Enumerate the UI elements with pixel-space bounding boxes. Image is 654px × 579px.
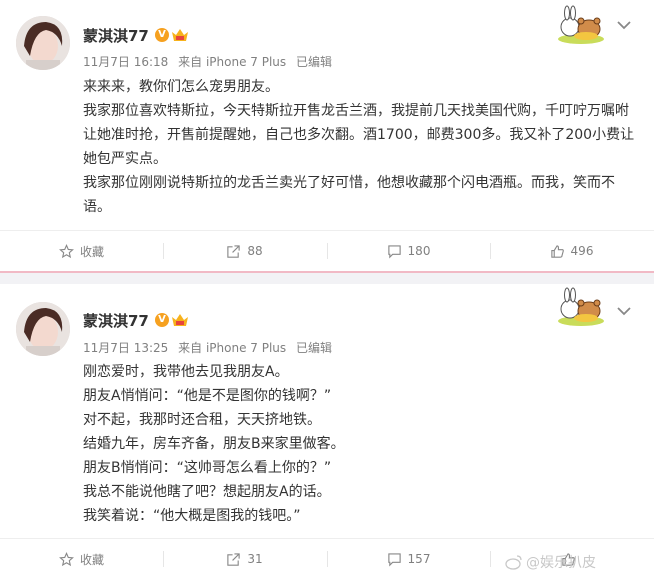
share-icon (227, 552, 241, 566)
vip-crown-icon (172, 314, 188, 326)
post-line: 来来来，教你们怎么宠男朋友。 (83, 79, 279, 95)
bunny-bear-sticker-icon (558, 287, 604, 326)
favorite-button[interactable]: 收藏 (0, 539, 163, 579)
verified-badge-icon: V (155, 28, 169, 42)
avatar[interactable] (16, 302, 70, 356)
comment-count: 157 (407, 552, 431, 566)
post-content: 刚恋爱时，我带他去见我朋友A。 朋友A悄悄问：“他是不是图你的钱啊？” 对不起，… (83, 360, 635, 528)
repost-button[interactable]: 88 (163, 231, 326, 271)
verified-badge-icon: V (155, 313, 169, 327)
watermark: @娱乐扒皮 (505, 552, 596, 572)
username[interactable]: 蒙淇淇77 (83, 25, 149, 46)
post-line: 我家那位刚刚说特斯拉的龙舌兰卖光了好可惜，他想收藏那个闪电酒瓶。而我，笑而不语。 (83, 175, 615, 215)
post-line: 我家那位喜欢特斯拉，今天特斯拉开售龙舌兰酒，我提前几天找美国代购，千叮咛万嘱咐让… (83, 103, 635, 167)
comment-icon (387, 552, 401, 566)
bunny-bear-sticker-icon (558, 5, 604, 44)
action-bar: 收藏 88 180 496 (0, 230, 654, 271)
avatar[interactable] (16, 16, 70, 70)
username[interactable]: 蒙淇淇77 (83, 310, 149, 331)
repost-button[interactable]: 31 (163, 539, 326, 579)
post-line: 对不起，我那时还合租，天天挤地铁。 (83, 412, 321, 428)
repost-count: 31 (247, 552, 263, 566)
post-line: 结婚九年，房车齐备，朋友B来家里做客。 (83, 436, 345, 452)
star-icon (59, 551, 74, 566)
edited-label[interactable]: 已编辑 (296, 341, 332, 355)
post-line: 刚恋爱时，我带他去见我朋友A。 (83, 364, 289, 380)
post-meta: 11月7日 13:25 来自 iPhone 7 Plus 已编辑 (83, 339, 338, 356)
post-meta: 11月7日 16:18 来自 iPhone 7 Plus 已编辑 (83, 53, 338, 70)
weibo-logo-icon (505, 555, 522, 570)
favorite-button[interactable]: 收藏 (0, 231, 163, 271)
post-line: 朋友A悄悄问：“他是不是图你的钱啊？” (83, 388, 332, 404)
chevron-down-icon[interactable] (617, 306, 631, 316)
favorite-label: 收藏 (79, 244, 104, 259)
comment-button[interactable]: 180 (327, 231, 490, 271)
thumbs-up-icon (550, 244, 564, 258)
comment-button[interactable]: 157 (327, 539, 490, 579)
chevron-down-icon[interactable] (617, 20, 631, 30)
watermark-text: @娱乐扒皮 (526, 555, 596, 571)
comment-icon (387, 244, 401, 258)
share-icon (227, 244, 241, 258)
like-button[interactable]: 496 (490, 231, 653, 271)
vip-crown-icon (172, 29, 188, 41)
repost-count: 88 (247, 244, 263, 258)
comment-count: 180 (407, 244, 431, 258)
like-count: 496 (570, 244, 594, 258)
post-line: 我总不能说他瞎了吧？想起朋友A的话。 (83, 484, 331, 500)
post-line: 朋友B悄悄问：“这帅哥怎么看上你的？” (83, 460, 332, 476)
weibo-post-1: 蒙淇淇77 V 11月7日 16:18 来自 iPhone 7 Plus 已编辑… (0, 0, 654, 271)
edited-label[interactable]: 已编辑 (296, 55, 332, 69)
post-time[interactable]: 11月7日 13:25 (83, 341, 168, 355)
post-source: 来自 iPhone 7 Plus (178, 341, 287, 355)
favorite-label: 收藏 (79, 552, 104, 567)
post-content: 来来来，教你们怎么宠男朋友。 我家那位喜欢特斯拉，今天特斯拉开售龙舌兰酒，我提前… (83, 75, 635, 219)
post-line: 我笑着说：“他大概是图我的钱吧。” (83, 508, 301, 524)
star-icon (59, 243, 74, 258)
post-source: 来自 iPhone 7 Plus (178, 55, 287, 69)
post-time[interactable]: 11月7日 16:18 (83, 55, 168, 69)
weibo-post-2: 蒙淇淇77 V 11月7日 13:25 来自 iPhone 7 Plus 已编辑… (0, 284, 654, 578)
